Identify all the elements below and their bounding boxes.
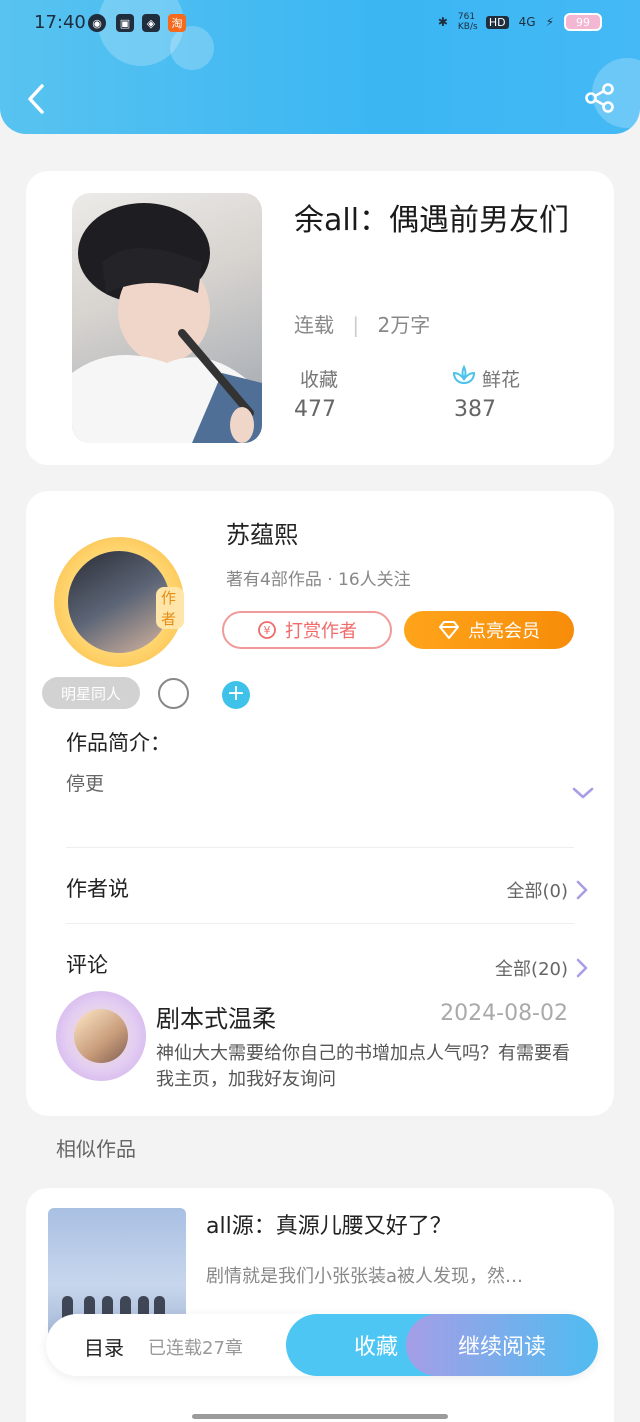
globe-icon: ◉	[88, 14, 106, 32]
comments-more[interactable]: 全部(20)	[495, 955, 588, 981]
intro-label: 作品简介：	[66, 731, 171, 755]
status-time: 17:40	[34, 12, 86, 33]
author-says-label: 作者说	[66, 877, 129, 901]
home-indicator[interactable]	[192, 1414, 448, 1419]
network-label: 4G	[518, 15, 536, 29]
battery-icon: 99	[564, 13, 602, 31]
charging-icon: ⚡	[545, 15, 554, 29]
similar-heading: 相似作品	[56, 1137, 136, 1161]
author-avatar[interactable]: 作者	[54, 537, 184, 667]
commenter-avatar[interactable]	[56, 991, 146, 1081]
book-word-count: 2万字	[377, 313, 431, 337]
tip-author-button[interactable]: ¥ 打赏作者	[222, 611, 392, 649]
flower-icon	[452, 365, 476, 385]
svg-text:¥: ¥	[264, 624, 271, 637]
comments-count: 全部(20)	[495, 959, 568, 980]
diamond-icon	[439, 621, 459, 639]
chevron-right-icon	[576, 958, 588, 978]
bottom-action-bar: 目录 已连载27章 收藏 继续阅读	[46, 1314, 598, 1376]
hd-badge: HD	[485, 15, 509, 29]
author-card: 作者 苏蕴熙 著有4部作品 · 16人关注 ¥ 打赏作者 点亮会员 明星同人 +…	[26, 491, 614, 1116]
book-title: 余all：偶遇前男友们	[294, 203, 570, 238]
author-badge: 作者	[156, 587, 184, 629]
vip-label: 点亮会员	[468, 621, 540, 642]
continue-reading-button[interactable]: 继续阅读	[406, 1314, 598, 1376]
status-right: ✱ 761 KB/s HD 4G ⚡ 99	[438, 12, 602, 32]
collect-value: 477	[294, 397, 336, 422]
status-bar: 17:40 ◉ ▣ ◈ 淘 ✱ 761 KB/s HD 4G ⚡ 99	[0, 0, 640, 48]
flower-value: 387	[454, 397, 496, 422]
empty-circle-icon[interactable]	[158, 678, 189, 709]
comment-date: 2024-08-02	[440, 1001, 568, 1026]
divider	[66, 847, 574, 848]
author-name[interactable]: 苏蕴熙	[226, 515, 298, 550]
book-cover[interactable]	[72, 193, 262, 443]
flower-label: 鲜花	[482, 369, 521, 391]
author-says-count: 全部(0)	[506, 881, 569, 902]
toc-count[interactable]: 已连载27章	[148, 1334, 243, 1360]
toc-button[interactable]: 目录	[84, 1332, 124, 1361]
collect-label: 收藏	[300, 369, 339, 391]
tip-author-label: 打赏作者	[285, 621, 357, 642]
comment-user[interactable]: 剧本式温柔	[156, 999, 276, 1034]
comment-text[interactable]: 神仙大大需要给你自己的书增加点人气吗？有需要看我主页，加我好友询问	[156, 1041, 576, 1093]
divider	[66, 923, 574, 924]
bilibili-icon: ▣	[116, 14, 134, 32]
book-info-card: 余all：偶遇前男友们 连载 | 2万字 收藏 477 鲜花 387	[26, 171, 614, 465]
author-meta: 著有4部作品 · 16人关注	[226, 570, 411, 590]
yuan-icon: ¥	[258, 621, 276, 639]
intro-text: 停更	[66, 773, 105, 795]
similar-title: all源：真源儿腰又好了？	[206, 1214, 452, 1239]
meta-divider: |	[352, 313, 360, 337]
header: 17:40 ◉ ▣ ◈ 淘 ✱ 761 KB/s HD 4G ⚡ 99	[0, 0, 640, 134]
share-icon[interactable]	[584, 82, 616, 114]
avatar-image	[74, 1009, 128, 1063]
book-status: 连载	[294, 313, 334, 337]
cover-illustration	[72, 203, 262, 443]
add-tag-icon[interactable]: +	[222, 681, 250, 709]
bluetooth-icon: ✱	[437, 15, 448, 29]
avatar-image	[68, 551, 170, 653]
book-meta: 连载 | 2万字	[294, 309, 430, 338]
chevron-right-icon	[576, 880, 588, 900]
app-icon: ◈	[142, 14, 160, 32]
taobao-icon: 淘	[168, 14, 186, 32]
author-says-more[interactable]: 全部(0)	[507, 877, 589, 903]
similar-desc: 剧情就是我们小张张装a被人发现，然…	[206, 1266, 524, 1287]
similar-work-item[interactable]: all源：真源儿腰又好了？ 剧情就是我们小张张装a被人发现，然…	[26, 1188, 614, 1422]
net-speed: 761 KB/s	[457, 12, 478, 32]
vip-button[interactable]: 点亮会员	[404, 611, 574, 649]
chevron-left-icon[interactable]	[22, 80, 50, 118]
category-tag[interactable]: 明星同人	[42, 677, 140, 709]
comments-label: 评论	[66, 953, 108, 977]
chevron-down-icon[interactable]	[572, 786, 594, 800]
